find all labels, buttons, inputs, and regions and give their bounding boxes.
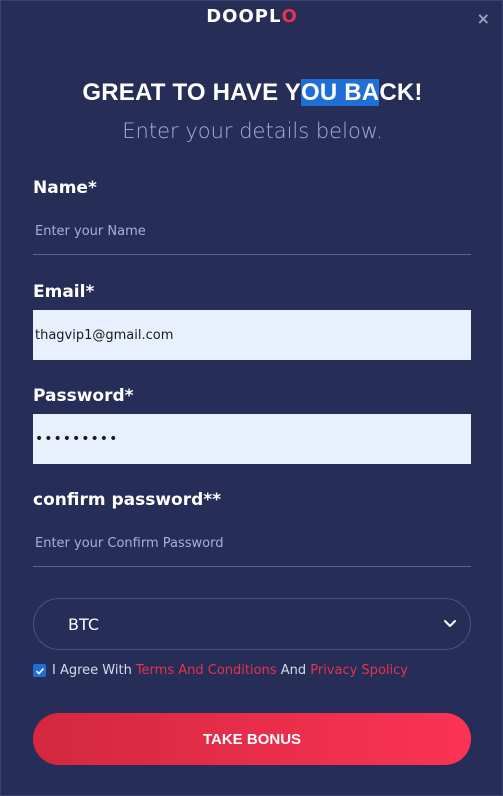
confirm-password-field[interactable] xyxy=(33,521,471,567)
chevron-down-icon xyxy=(444,620,456,627)
page-title: GREAT TO HAVE YOU BACK! xyxy=(1,79,503,107)
privacy-link[interactable]: Privacy Spolicy xyxy=(310,663,408,678)
title-part-1: GREAT TO HAVE Y xyxy=(82,79,301,106)
agree-checkbox[interactable] xyxy=(33,664,46,677)
agree-text-1: I Agree With xyxy=(52,663,132,678)
logo-text: DOOPL xyxy=(206,5,282,27)
name-label: Name* xyxy=(33,178,97,198)
logo: DOOPL O xyxy=(187,1,317,31)
confirm-password-label: confirm password** xyxy=(33,490,222,510)
password-label: Password* xyxy=(33,386,134,406)
logo-accent-letter: O xyxy=(281,5,298,27)
close-icon[interactable]: × xyxy=(477,9,490,28)
check-icon xyxy=(35,667,44,675)
name-field[interactable] xyxy=(33,209,471,255)
currency-select[interactable]: BTC xyxy=(33,598,471,650)
take-bonus-button[interactable]: TAKE BONUS xyxy=(33,713,471,765)
password-field[interactable] xyxy=(33,414,471,464)
terms-link[interactable]: Terms And Conditions xyxy=(136,663,277,678)
terms-agreement: I Agree With Terms And Conditions And Pr… xyxy=(33,663,408,678)
page-subtitle: Enter your details below. xyxy=(122,119,383,143)
currency-selected-value: BTC xyxy=(68,614,99,634)
email-field[interactable] xyxy=(33,310,471,360)
title-part-2: CK! xyxy=(379,79,423,106)
agree-text-2: And xyxy=(276,663,311,678)
email-label: Email* xyxy=(33,282,95,302)
title-selected-text: OU BA xyxy=(300,79,380,106)
signup-modal: DOOPL O × GREAT TO HAVE YOU BACK! Enter y… xyxy=(0,0,503,796)
